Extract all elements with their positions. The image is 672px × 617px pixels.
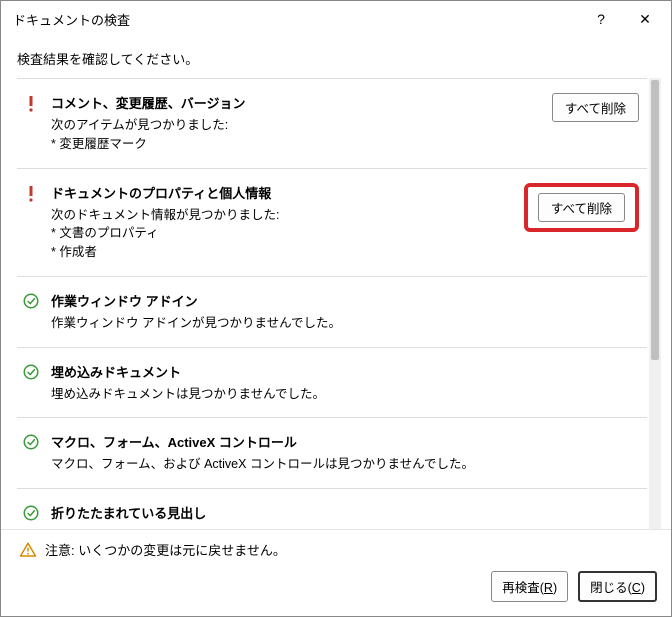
- scrollbar-thumb[interactable]: [651, 80, 659, 360]
- reinspect-label: 再検査(R): [502, 581, 557, 595]
- section-body: 作業ウィンドウ アドイン作業ウィンドウ アドインが見つかりませんでした。: [51, 291, 639, 333]
- dialog: ドキュメントの検査 ? ✕ 検査結果を確認してください。 コメント、変更履歴、バ…: [0, 0, 672, 617]
- result-section: ドキュメントのプロパティと個人情報次のドキュメント情報が見つかりました:* 文書…: [17, 169, 647, 277]
- check-circle-icon: [21, 362, 41, 404]
- section-body: コメント、変更履歴、バージョン次のアイテムが見つかりました:* 変更履歴マーク: [51, 93, 542, 154]
- help-icon: ?: [597, 11, 605, 27]
- highlight-box: すべて削除: [524, 183, 639, 232]
- result-section: 折りたたまれている見出し: [17, 489, 647, 529]
- section-description: マクロ、フォーム、および ActiveX コントロールは見つかりませんでした。: [51, 455, 639, 474]
- section-title: ドキュメントのプロパティと個人情報: [51, 183, 514, 202]
- dialog-title: ドキュメントの検査: [13, 10, 579, 29]
- close-dialog-button[interactable]: 閉じる(C): [578, 571, 657, 602]
- results-list: コメント、変更履歴、バージョン次のアイテムが見つかりました:* 変更履歴マークす…: [17, 78, 647, 529]
- section-title: マクロ、フォーム、ActiveX コントロール: [51, 432, 639, 451]
- check-circle-icon: [21, 291, 41, 333]
- close-icon: ✕: [639, 11, 651, 28]
- section-body: 折りたたまれている見出し: [51, 503, 639, 526]
- exclamation-icon: [21, 93, 41, 154]
- help-button[interactable]: ?: [579, 4, 623, 34]
- section-body: マクロ、フォーム、ActiveX コントロールマクロ、フォーム、および Acti…: [51, 432, 639, 474]
- section-title: コメント、変更履歴、バージョン: [51, 93, 542, 112]
- remove-all-button[interactable]: すべて削除: [538, 193, 625, 222]
- close-button[interactable]: ✕: [623, 4, 667, 34]
- content-wrap: コメント、変更履歴、バージョン次のアイテムが見つかりました:* 変更履歴マークす…: [17, 78, 661, 529]
- result-section: コメント、変更履歴、バージョン次のアイテムが見つかりました:* 変更履歴マークす…: [17, 79, 647, 169]
- section-description: 次のドキュメント情報が見つかりました:* 文書のプロパティ* 作成者: [51, 206, 514, 262]
- footer: 注意: いくつかの変更は元に戻せません。 再検査(R) 閉じる(C): [1, 529, 671, 616]
- footer-buttons: 再検査(R) 閉じる(C): [15, 571, 657, 602]
- exclamation-icon: [21, 183, 41, 262]
- remove-all-button[interactable]: すべて削除: [552, 93, 639, 122]
- section-title: 折りたたまれている見出し: [51, 503, 639, 522]
- warning-text: 注意: いくつかの変更は元に戻せません。: [45, 540, 286, 559]
- section-action: すべて削除: [552, 93, 639, 154]
- titlebar: ドキュメントの検査 ? ✕: [1, 1, 671, 37]
- section-description: 埋め込みドキュメントは見つかりませんでした。: [51, 385, 639, 404]
- section-title: 埋め込みドキュメント: [51, 362, 639, 381]
- section-action: すべて削除: [524, 183, 639, 262]
- result-section: 埋め込みドキュメント埋め込みドキュメントは見つかりませんでした。: [17, 348, 647, 419]
- scrollbar[interactable]: [649, 78, 661, 529]
- reinspect-button[interactable]: 再検査(R): [491, 571, 568, 602]
- section-description: 作業ウィンドウ アドインが見つかりませんでした。: [51, 314, 639, 333]
- section-description: 次のアイテムが見つかりました:* 変更履歴マーク: [51, 116, 542, 154]
- close-label: 閉じる(C): [590, 581, 645, 595]
- warning-row: 注意: いくつかの変更は元に戻せません。: [15, 540, 657, 559]
- section-body: 埋め込みドキュメント埋め込みドキュメントは見つかりませんでした。: [51, 362, 639, 404]
- check-circle-icon: [21, 432, 41, 474]
- result-section: 作業ウィンドウ アドイン作業ウィンドウ アドインが見つかりませんでした。: [17, 277, 647, 348]
- check-circle-icon: [21, 503, 41, 526]
- warning-triangle-icon: [19, 541, 37, 559]
- section-body: ドキュメントのプロパティと個人情報次のドキュメント情報が見つかりました:* 文書…: [51, 183, 514, 262]
- instruction-text: 検査結果を確認してください。: [1, 37, 671, 78]
- section-title: 作業ウィンドウ アドイン: [51, 291, 639, 310]
- result-section: マクロ、フォーム、ActiveX コントロールマクロ、フォーム、および Acti…: [17, 418, 647, 489]
